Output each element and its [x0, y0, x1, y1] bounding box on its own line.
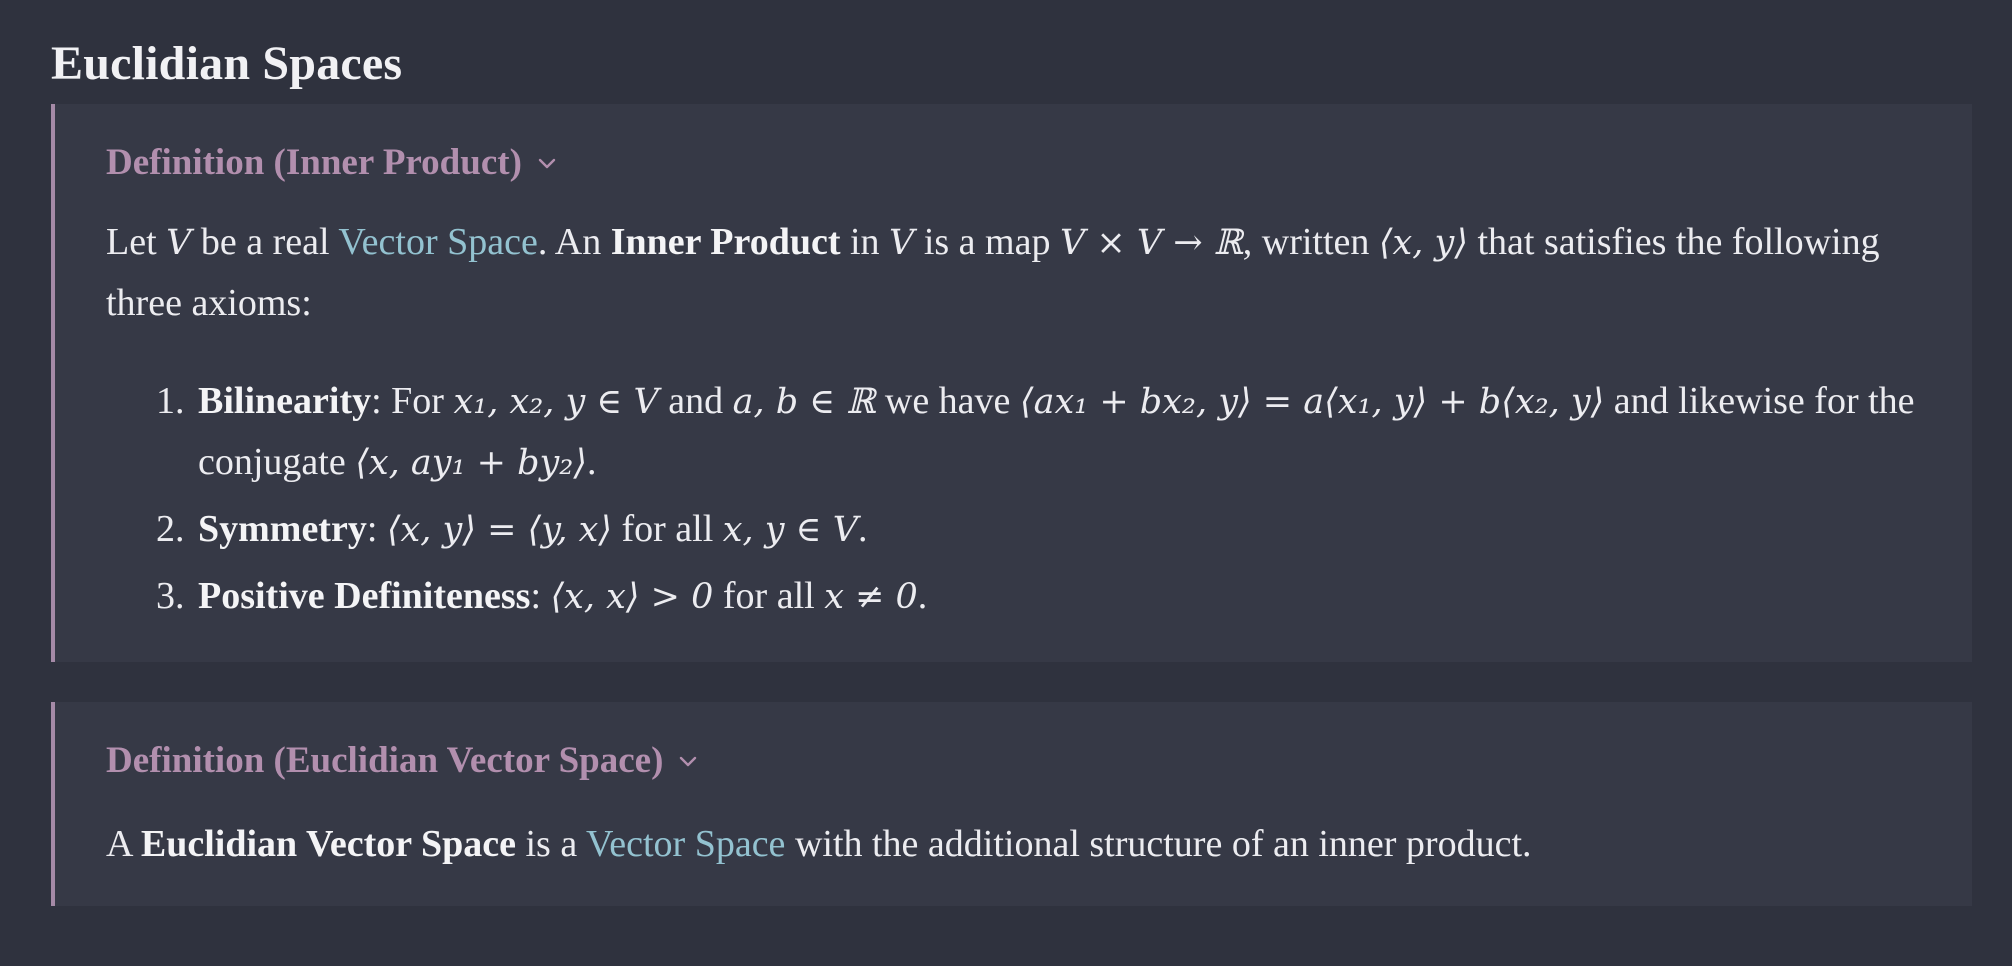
callout-inner-product-definition: Definition (Inner Product) Let V be a re…	[51, 104, 1972, 662]
math-expression: ⟨x, y⟩	[1378, 223, 1468, 263]
axiom-name: Bilinearity	[198, 380, 372, 422]
term-euclidian-vector-space: Euclidian Vector Space	[140, 823, 516, 865]
term-inner-product: Inner Product	[610, 221, 841, 263]
chevron-down-icon[interactable]	[536, 152, 558, 174]
math-expression: V × V → ℝ	[1059, 223, 1243, 263]
document-page: Euclidian Spaces Definition (Inner Produ…	[0, 0, 2012, 966]
link-vector-space[interactable]: Vector Space	[586, 823, 785, 865]
callout-euclidian-vector-space-definition: Definition (Euclidian Vector Space) A Eu…	[51, 702, 1972, 906]
math-expression: ⟨x, y⟩ = ⟨y, x⟩	[386, 510, 612, 550]
math-expression: x ≠ 0	[824, 577, 918, 617]
list-item: Symmetry: ⟨x, y⟩ = ⟨y, x⟩ for all x, y ∈…	[194, 499, 1922, 560]
list-item: Positive Definiteness: ⟨x, x⟩ > 0 for al…	[194, 566, 1922, 627]
callout-header[interactable]: Definition (Euclidian Vector Space)	[106, 702, 1922, 810]
math-expression: ⟨ax₁ + bx₂, y⟩ = a⟨x₁, y⟩ + b⟨x₂, y⟩	[1019, 382, 1605, 422]
axiom-list: Bilinearity: For x₁, x₂, y ∈ V and a, b …	[106, 371, 1922, 627]
math-symbol: V	[889, 223, 915, 263]
callout-title: Definition (Inner Product)	[106, 142, 522, 183]
chevron-down-icon[interactable]	[677, 750, 699, 772]
axiom-name: Symmetry	[198, 508, 367, 550]
math-expression: x, y ∈ V	[722, 510, 858, 550]
math-symbol: V	[166, 223, 192, 263]
page-title: Euclidian Spaces	[51, 37, 403, 90]
definition-paragraph: Let V be a real Vector Space. An Inner P…	[106, 221, 1880, 324]
link-vector-space[interactable]: Vector Space	[338, 221, 537, 263]
math-expression: ⟨x, ay₁ + by₂⟩	[355, 443, 587, 483]
list-item: Bilinearity: For x₁, x₂, y ∈ V and a, b …	[194, 371, 1922, 493]
math-expression: a, b ∈ ℝ	[732, 382, 876, 422]
math-expression: ⟨x, x⟩ > 0	[550, 577, 714, 617]
callout-title: Definition (Euclidian Vector Space)	[106, 740, 664, 781]
math-expression: x₁, x₂, y ∈ V	[453, 382, 659, 422]
callout-header[interactable]: Definition (Inner Product)	[106, 104, 1922, 212]
axiom-name: Positive Definiteness	[198, 575, 531, 617]
definition-paragraph: A Euclidian Vector Space is a Vector Spa…	[106, 823, 1532, 865]
